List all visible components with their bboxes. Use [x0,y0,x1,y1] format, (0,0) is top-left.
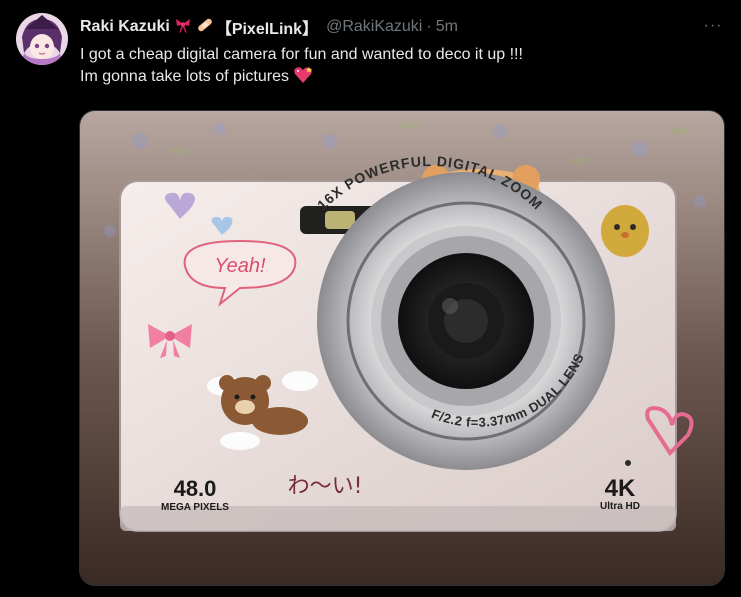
resolution-value: 4K [605,475,636,502]
more-options-icon[interactable]: ··· [699,16,727,36]
tweet-text-line-2-text: Im gonna take lots of pictures [80,68,289,85]
megapixels-label: MEGA PIXELS [161,502,229,513]
avatar-image [16,13,68,65]
tweet-header: Raki Kazuki 【PixelLink】 @RakiKazuki · 5m [80,16,458,38]
yeah-sticker-text: Yeah! [214,255,266,277]
affiliation-label: 【PixelLink】 [215,21,319,38]
handle[interactable]: @RakiKazuki [326,18,422,36]
megapixels-value: 48.0 [174,476,217,501]
separator-dot: · [426,18,432,35]
tweet-text-line-1: I got a cheap digital camera for fun and… [80,46,523,63]
avatar[interactable] [16,13,68,65]
sparkling-heart-emoji-icon [293,66,313,91]
handwriting-sticker-text: わ〜い! [288,474,363,499]
bandage-emoji-icon [196,16,214,39]
tweet-media-photo[interactable]: Yeah! 16X POWERFUL DIGITAL ZOOM F/2.2 f=… [79,110,725,586]
tweet: Raki Kazuki 【PixelLink】 @RakiKazuki · 5m… [0,0,741,597]
tweet-text-line-2: Im gonna take lots of pictures [80,66,720,91]
tweet-text: I got a cheap digital camera for fun and… [80,44,720,91]
ribbon-emoji-icon [174,16,192,39]
resolution-label: Ultra HD [600,501,640,512]
display-name[interactable]: Raki Kazuki [80,18,170,36]
camera-photo: Yeah! 16X POWERFUL DIGITAL ZOOM F/2.2 f=… [80,111,724,585]
timestamp[interactable]: 5m [436,18,458,36]
